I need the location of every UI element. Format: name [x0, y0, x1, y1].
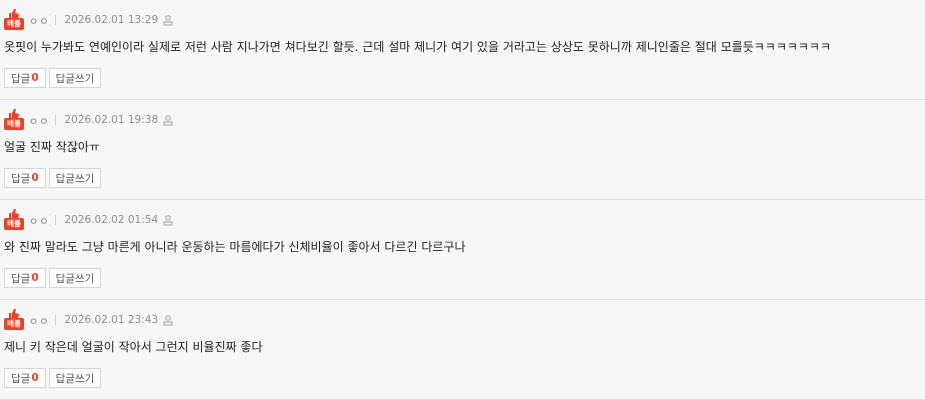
meta-divider — [55, 215, 57, 225]
comment-item: 배틀 ㅇㅇ 2026.02.02 01:54 와 진짜 말라도 그냥 마른게 아… — [0, 200, 925, 300]
reply-count: 0 — [31, 72, 39, 84]
user-badge: 배틀 — [4, 8, 24, 32]
comment-actions: 답글 0 답글쓰기 — [4, 368, 102, 388]
user-icon — [163, 314, 173, 325]
reply-label: 답글 — [11, 372, 31, 385]
badge-label: 배틀 — [4, 218, 24, 230]
comment-item: 배틀 ㅇㅇ 2026.02.01 23:43 제니 키 작은데 얼굴이 작아서 … — [0, 300, 925, 400]
comment-text: 와 진짜 말라도 그냥 마른게 아니라 운동하는 마름에다가 신체비율이 좋아서… — [4, 240, 466, 254]
reply-count-button[interactable]: 답글 0 — [4, 268, 46, 288]
write-reply-button[interactable]: 답글쓰기 — [48, 268, 102, 288]
nickname[interactable]: ㅇㅇ — [29, 113, 49, 128]
comment-text: 옷핏이 누가봐도 연예인이라 실제로 저런 사람 지나가면 쳐다보긴 할듯. 근… — [4, 40, 832, 54]
comment-meta: 배틀 ㅇㅇ 2026.02.01 13:29 — [4, 8, 173, 32]
reply-label: 답글 — [11, 272, 31, 285]
reply-label: 답글 — [11, 72, 31, 85]
comment-item: 배틀 ㅇㅇ 2026.02.01 19:38 얼굴 진짜 작잖아ㅠ 답글 0 답글… — [0, 100, 925, 200]
badge-label: 배틀 — [4, 18, 24, 30]
write-reply-button[interactable]: 답글쓰기 — [48, 368, 102, 388]
user-badge: 배틀 — [4, 208, 24, 232]
comment-meta: 배틀 ㅇㅇ 2026.02.02 01:54 — [4, 208, 173, 232]
comment-date: 2026.02.01 23:43 — [64, 314, 159, 326]
comment-text: 얼굴 진짜 작잖아ㅠ — [4, 140, 100, 154]
user-icon — [163, 14, 173, 25]
comment-list: 배틀 ㅇㅇ 2026.02.01 13:29 옷핏이 누가봐도 연예인이라 실제… — [0, 0, 925, 400]
comment-item: 배틀 ㅇㅇ 2026.02.01 13:29 옷핏이 누가봐도 연예인이라 실제… — [0, 0, 925, 100]
reply-count-button[interactable]: 답글 0 — [4, 68, 46, 88]
comment-date: 2026.02.02 01:54 — [64, 214, 159, 226]
comment-meta: 배틀 ㅇㅇ 2026.02.01 23:43 — [4, 308, 173, 332]
write-reply-button[interactable]: 답글쓰기 — [48, 168, 102, 188]
write-reply-button[interactable]: 답글쓰기 — [48, 68, 102, 88]
reply-count-button[interactable]: 답글 0 — [4, 368, 46, 388]
reply-count-button[interactable]: 답글 0 — [4, 168, 46, 188]
comment-text: 제니 키 작은데 얼굴이 작아서 그런지 비율진짜 좋다 — [4, 340, 263, 354]
user-icon — [163, 114, 173, 125]
user-badge: 배틀 — [4, 308, 24, 332]
reply-count: 0 — [31, 372, 39, 384]
user-badge: 배틀 — [4, 108, 24, 132]
comment-meta: 배틀 ㅇㅇ 2026.02.01 19:38 — [4, 108, 173, 132]
nickname[interactable]: ㅇㅇ — [29, 13, 49, 28]
reply-label: 답글 — [11, 172, 31, 185]
meta-divider — [55, 15, 57, 25]
comment-date: 2026.02.01 19:38 — [64, 114, 159, 126]
comment-actions: 답글 0 답글쓰기 — [4, 68, 102, 88]
meta-divider — [55, 115, 57, 125]
comment-date: 2026.02.01 13:29 — [64, 14, 159, 26]
reply-count: 0 — [31, 172, 39, 184]
comment-actions: 답글 0 답글쓰기 — [4, 168, 102, 188]
badge-label: 배틀 — [4, 118, 24, 130]
nickname[interactable]: ㅇㅇ — [29, 313, 49, 328]
meta-divider — [55, 315, 57, 325]
comment-actions: 답글 0 답글쓰기 — [4, 268, 102, 288]
reply-count: 0 — [31, 272, 39, 284]
nickname[interactable]: ㅇㅇ — [29, 213, 49, 228]
user-icon — [163, 214, 173, 225]
badge-label: 배틀 — [4, 318, 24, 330]
